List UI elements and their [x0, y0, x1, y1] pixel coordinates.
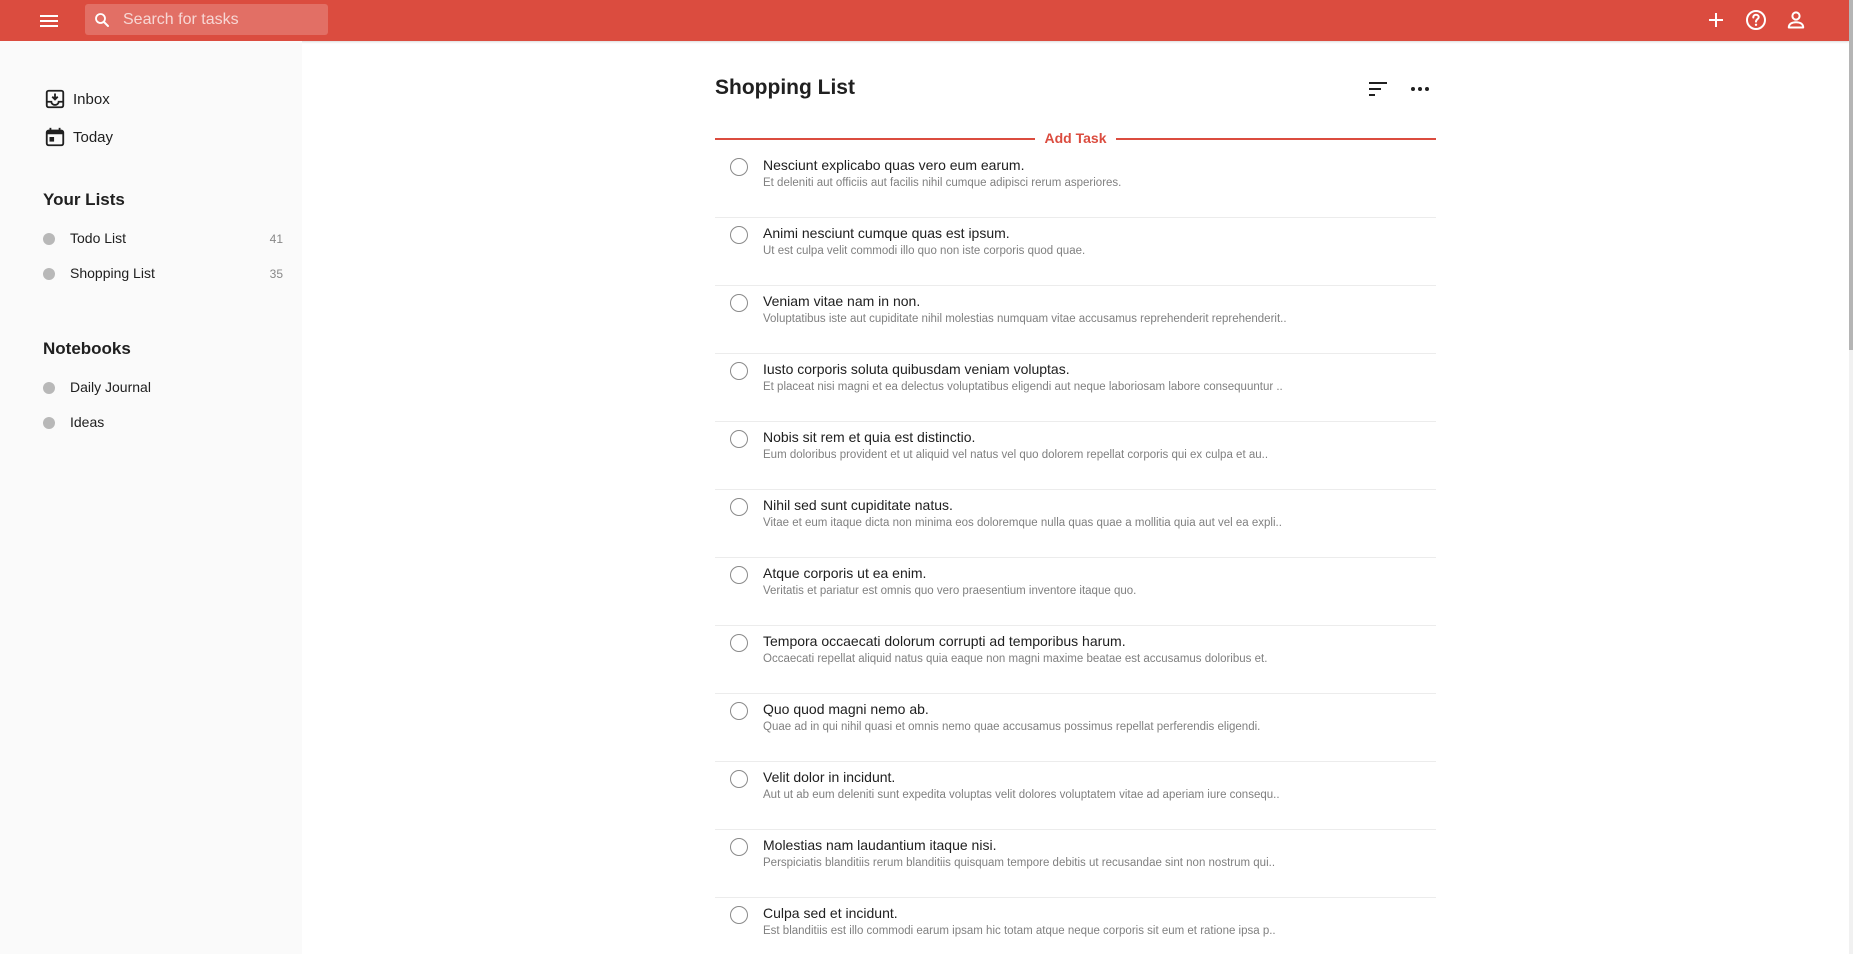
task-item[interactable]: Nihil sed sunt cupiditate natus. Vitae et… — [715, 490, 1436, 558]
more-icon[interactable] — [1408, 77, 1432, 101]
sidebar-item-label: Ideas — [70, 414, 105, 430]
task-description: Veritatis et pariatur est omnis quo vero… — [763, 585, 1137, 597]
sidebar-item-daily-journal[interactable]: Daily Journal — [43, 377, 283, 399]
task-item[interactable]: Veniam vitae nam in non. Voluptatibus ist… — [715, 286, 1436, 354]
lists-section-title: Your Lists — [43, 190, 125, 209]
task-title[interactable]: Quo quod magni nemo ab. — [763, 701, 929, 717]
task-item[interactable]: Nobis sit rem et quia est distinctio. Eum… — [715, 422, 1436, 490]
task-item[interactable]: Nesciunt explicabo quas vero eum earum. E… — [715, 150, 1436, 218]
task-description: Voluptatibus iste aut cupiditate nihil m… — [763, 313, 1287, 325]
task-description: Occaecati repellat aliquid natus quia ea… — [763, 653, 1268, 665]
task-count: 41 — [269, 232, 283, 246]
task-item[interactable]: Molestias nam laudantium itaque nisi. Per… — [715, 830, 1436, 898]
sidebar-item-label: Todo List — [70, 230, 127, 246]
task-checkbox[interactable] — [730, 294, 748, 312]
task-title[interactable]: Molestias nam laudantium itaque nisi. — [763, 837, 996, 853]
task-checkbox[interactable] — [730, 906, 748, 924]
task-checkbox[interactable] — [730, 498, 748, 516]
scrollbar-thumb[interactable] — [1849, 0, 1853, 350]
task-description: Vitae et eum itaque dicta non minima eos… — [763, 517, 1282, 529]
list-color-dot — [43, 268, 55, 280]
task-description: Ut est culpa velit commodi illo quo non … — [763, 245, 1086, 257]
scrollbar[interactable] — [1849, 0, 1853, 954]
inbox-icon — [45, 89, 65, 109]
sidebar-item-inbox[interactable]: Inbox — [44, 86, 110, 112]
sidebar-item-today[interactable]: Today — [44, 124, 113, 150]
sort-icon[interactable] — [1366, 77, 1390, 101]
task-title[interactable]: Nesciunt explicabo quas vero eum earum. — [763, 157, 1024, 173]
add-icon[interactable] — [1704, 8, 1728, 32]
task-description: Aut ut ab eum deleniti sunt expedita vol… — [763, 789, 1280, 801]
add-task-button[interactable]: Add Task — [715, 128, 1436, 148]
task-description: Quae ad in qui nihil quasi et omnis nemo… — [763, 721, 1261, 733]
notebook-color-dot — [43, 417, 55, 429]
task-checkbox[interactable] — [730, 634, 748, 652]
task-checkbox[interactable] — [730, 362, 748, 380]
task-checkbox[interactable] — [730, 430, 748, 448]
list-color-dot — [43, 233, 55, 245]
task-title[interactable]: Culpa sed et incidunt. — [763, 905, 898, 921]
sidebar-item-shopping-list[interactable]: Shopping List 35 — [43, 263, 283, 285]
task-item[interactable]: Tempora occaecati dolorum corrupti ad te… — [715, 626, 1436, 694]
task-title[interactable]: Iusto corporis soluta quibusdam veniam v… — [763, 361, 1070, 377]
task-description: Et placeat nisi magni et ea delectus vol… — [763, 381, 1283, 393]
sidebar-item-label: Today — [73, 128, 114, 146]
sidebar-item-label: Inbox — [73, 90, 110, 108]
task-title[interactable]: Animi nesciunt cumque quas est ipsum. — [763, 225, 1010, 241]
search-icon — [95, 13, 109, 27]
task-item[interactable]: Culpa sed et incidunt. Est blanditiis est… — [715, 898, 1436, 954]
notebook-color-dot — [43, 382, 55, 394]
task-description: Et deleniti aut officiis aut facilis nih… — [763, 177, 1122, 189]
task-title[interactable]: Velit dolor in incidunt. — [763, 769, 895, 785]
notebooks-section-title: Notebooks — [43, 339, 131, 358]
task-checkbox[interactable] — [730, 838, 748, 856]
task-checkbox[interactable] — [730, 566, 748, 584]
task-description: Est blanditiis est illo commodi earum ip… — [763, 925, 1276, 937]
sidebar: Inbox Today Your Lists Todo List 41 Shop… — [0, 41, 302, 954]
task-checkbox[interactable] — [730, 226, 748, 244]
task-item[interactable]: Atque corporis ut ea enim. Veritatis et p… — [715, 558, 1436, 626]
task-title[interactable]: Tempora occaecati dolorum corrupti ad te… — [763, 633, 1126, 649]
task-title[interactable]: Atque corporis ut ea enim. — [763, 565, 926, 581]
task-title[interactable]: Nobis sit rem et quia est distinctio. — [763, 429, 975, 445]
task-item[interactable]: Quo quod magni nemo ab. Quae ad in qui ni… — [715, 694, 1436, 762]
sidebar-item-todo-list[interactable]: Todo List 41 — [43, 228, 283, 250]
calendar-icon — [45, 127, 65, 147]
task-list: Nesciunt explicabo quas vero eum earum. E… — [715, 150, 1436, 954]
top-bar — [0, 0, 1849, 41]
task-checkbox[interactable] — [730, 770, 748, 788]
task-title[interactable]: Nihil sed sunt cupiditate natus. — [763, 497, 953, 513]
account-icon[interactable] — [1784, 8, 1808, 32]
task-description: Perspiciatis blanditiis rerum blanditiis… — [763, 857, 1276, 869]
task-count: 35 — [269, 267, 283, 281]
page-title: Shopping List — [715, 76, 855, 99]
sidebar-item-ideas[interactable]: Ideas — [43, 412, 283, 434]
search-input[interactable] — [123, 4, 323, 35]
task-item[interactable]: Velit dolor in incidunt. Aut ut ab eum de… — [715, 762, 1436, 830]
task-checkbox[interactable] — [730, 702, 748, 720]
search-box[interactable] — [85, 4, 328, 35]
sidebar-item-label: Shopping List — [70, 265, 155, 281]
add-task-label: Add Task — [1044, 130, 1107, 146]
menu-icon[interactable] — [37, 9, 61, 33]
task-description: Eum doloribus provident et ut aliquid ve… — [763, 449, 1269, 461]
sidebar-item-label: Daily Journal — [70, 379, 151, 395]
task-item[interactable]: Iusto corporis soluta quibusdam veniam v… — [715, 354, 1436, 422]
task-title[interactable]: Veniam vitae nam in non. — [763, 293, 920, 309]
task-checkbox[interactable] — [730, 158, 748, 176]
help-icon[interactable] — [1744, 8, 1768, 32]
task-item[interactable]: Animi nesciunt cumque quas est ipsum. Ut … — [715, 218, 1436, 286]
